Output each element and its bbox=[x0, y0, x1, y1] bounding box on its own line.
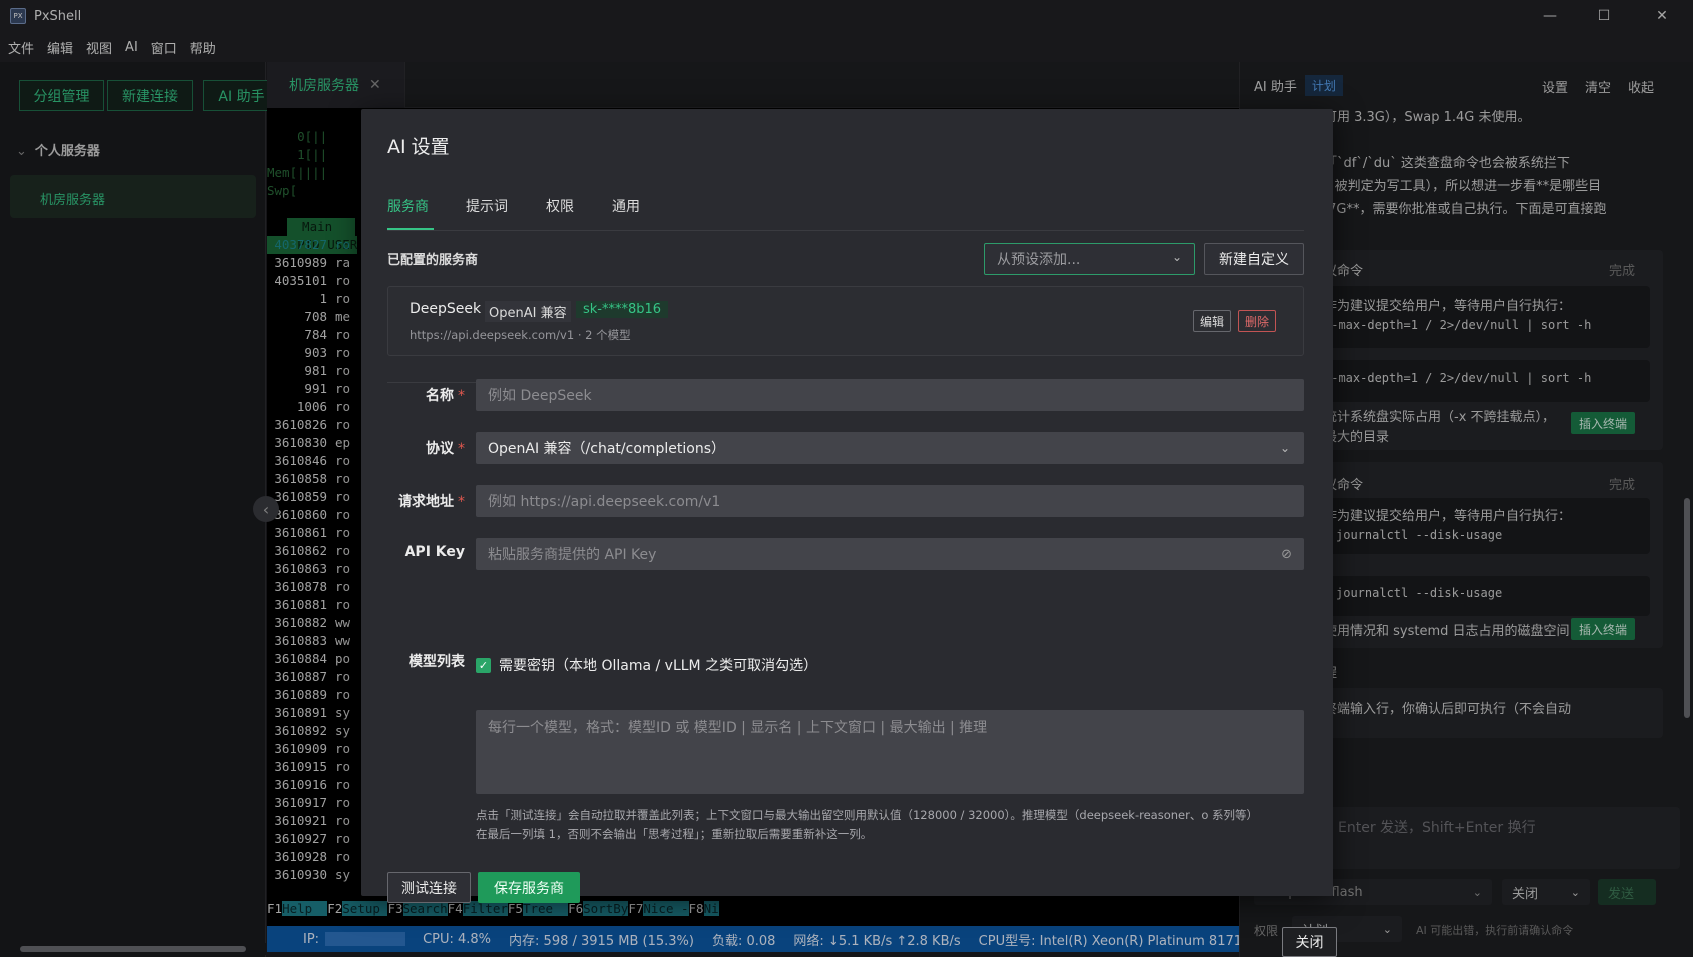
required-mark: * bbox=[458, 388, 465, 404]
provider-key-badge: sk-****8b16 bbox=[576, 301, 669, 318]
hint-line: 点击「测试连接」会自动拉取并覆盖此列表；上下文窗口与最大输出留空则用默认值（12… bbox=[476, 808, 1259, 822]
new-custom-button[interactable]: 新建自定义 bbox=[1204, 243, 1304, 275]
active-tab-indicator bbox=[387, 228, 434, 230]
dialog-title: AI 设置 bbox=[387, 136, 450, 158]
protocol-select-value: OpenAI 兼容（/chat/completions） bbox=[488, 441, 726, 457]
close-dialog-button[interactable]: 关闭 bbox=[1282, 927, 1337, 957]
apikey-placeholder: 粘贴服务商提供的 API Key bbox=[488, 547, 657, 563]
required-mark: * bbox=[458, 441, 465, 457]
hint-line: 在最后一列填 1，否则不会输出「思考过程」；重新拉取后需要重新补这一列。 bbox=[476, 827, 873, 841]
url-input[interactable]: 例如 https://api.deepseek.com/v1 bbox=[476, 485, 1304, 517]
delete-provider-button[interactable]: 删除 bbox=[1238, 310, 1276, 332]
protocol-label-text: 协议 bbox=[426, 441, 454, 457]
protocol-select[interactable]: OpenAI 兼容（/chat/completions） ⌄ bbox=[476, 432, 1304, 464]
require-key-label[interactable]: 需要密钥（本地 Ollama / vLLM 之类可取消勾选） bbox=[499, 655, 817, 675]
apikey-label: API Key bbox=[404, 544, 465, 560]
url-label-text: 请求地址 bbox=[398, 494, 454, 510]
apikey-input[interactable]: 粘贴服务商提供的 API Key ⊘ bbox=[476, 538, 1304, 570]
name-label-text: 名称 bbox=[426, 388, 454, 404]
chevron-down-icon: ⌄ bbox=[1171, 250, 1182, 264]
provider-protocol-badge: OpenAI 兼容 bbox=[485, 301, 571, 322]
require-key-checkbox[interactable]: ✓ bbox=[476, 658, 491, 673]
tab-general[interactable]: 通用 bbox=[612, 196, 640, 216]
tab-divider bbox=[387, 230, 1304, 231]
ai-settings-dialog: AI 设置 服务商 提示词 权限 通用 已配置的服务商 从预设添加... ⌄ 新建… bbox=[361, 109, 1333, 903]
name-label: 名称 * bbox=[381, 385, 465, 405]
url-label: 请求地址 * bbox=[381, 491, 465, 511]
protocol-label: 协议 * bbox=[381, 438, 465, 458]
tab-permissions[interactable]: 权限 bbox=[546, 196, 574, 216]
name-input[interactable]: 例如 DeepSeek bbox=[476, 379, 1304, 411]
required-mark: * bbox=[458, 494, 465, 510]
models-hint: 点击「测试连接」会自动拉取并覆盖此列表；上下文窗口与最大输出留空则用默认值（12… bbox=[476, 806, 1304, 844]
preset-select-placeholder: 从预设添加... bbox=[997, 252, 1081, 268]
provider-name: DeepSeek bbox=[410, 301, 482, 317]
preset-select[interactable]: 从预设添加... ⌄ bbox=[984, 243, 1195, 275]
provider-card: DeepSeek OpenAI 兼容 sk-****8b16 https://a… bbox=[387, 286, 1304, 356]
provider-url: https://api.deepseek.com/v1 · 2 个模型 bbox=[410, 328, 631, 342]
models-textarea[interactable]: 每行一个模型，格式：模型ID 或 模型ID | 显示名 | 上下文窗口 | 最大… bbox=[476, 710, 1304, 794]
edit-provider-button[interactable]: 编辑 bbox=[1193, 310, 1231, 332]
models-label: 模型列表 bbox=[409, 654, 465, 670]
test-connection-button[interactable]: 测试连接 bbox=[387, 872, 471, 903]
eye-off-icon[interactable]: ⊘ bbox=[1281, 547, 1292, 562]
tab-prompts[interactable]: 提示词 bbox=[466, 196, 508, 216]
save-provider-button[interactable]: 保存服务商 bbox=[478, 872, 580, 903]
tab-providers[interactable]: 服务商 bbox=[387, 196, 429, 216]
chevron-down-icon: ⌄ bbox=[1279, 441, 1290, 455]
configured-providers-label: 已配置的服务商 bbox=[387, 253, 479, 268]
